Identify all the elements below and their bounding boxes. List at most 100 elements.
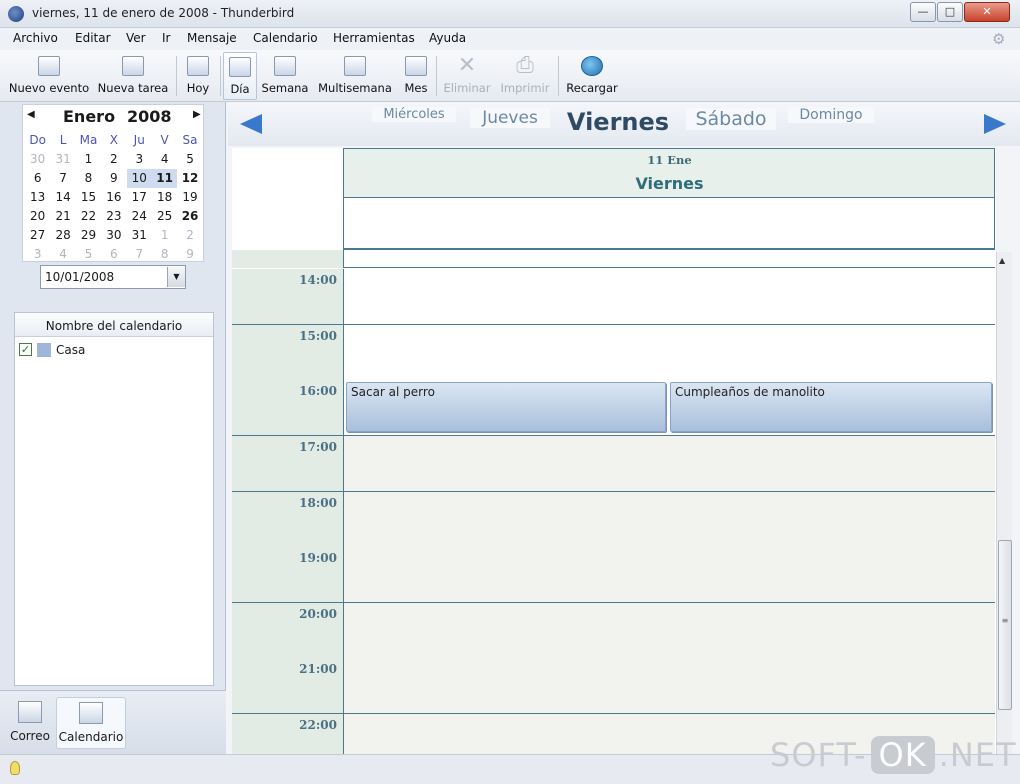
- gear-icon[interactable]: ⚙: [992, 31, 1008, 47]
- vertical-scrollbar[interactable]: ▲ ≡: [996, 252, 1012, 754]
- menu-archivo[interactable]: Archivo: [13, 31, 58, 45]
- day-cell[interactable]: 4: [152, 150, 177, 169]
- day-cell-today[interactable]: 11: [151, 169, 178, 188]
- day-cell[interactable]: 9: [101, 169, 126, 188]
- day-cell[interactable]: 23: [101, 207, 126, 226]
- calendar-checkbox[interactable]: ✓: [19, 343, 32, 356]
- tab-jueves[interactable]: Jueves: [470, 108, 550, 128]
- calendar-name[interactable]: Casa: [56, 343, 85, 357]
- day-cell[interactable]: 9: [177, 245, 202, 264]
- calendar-list-header[interactable]: Nombre del calendario: [15, 313, 213, 337]
- day-cell[interactable]: 3: [25, 245, 50, 264]
- time-slot[interactable]: Sacar al perro Cumpleaños de manolito: [344, 380, 995, 435]
- day-cell[interactable]: 30: [101, 226, 126, 245]
- day-cell[interactable]: 31: [50, 150, 75, 169]
- time-slot[interactable]: [344, 269, 995, 324]
- scroll-up-icon[interactable]: ▲: [999, 256, 1005, 265]
- day-cell[interactable]: 25: [152, 207, 177, 226]
- time-slot[interactable]: [344, 325, 995, 380]
- day-cell[interactable]: 6: [25, 169, 50, 188]
- day-cell[interactable]: 21: [50, 207, 75, 226]
- week-view-button[interactable]: Semana: [260, 52, 310, 100]
- day-cell[interactable]: 27: [25, 226, 50, 245]
- next-day-arrow-icon[interactable]: [984, 114, 1006, 134]
- hour-row: 16:00 Sacar al perro Cumpleaños de manol…: [232, 380, 995, 436]
- day-cell[interactable]: 14: [50, 188, 75, 207]
- scrollbar-thumb[interactable]: ≡: [998, 540, 1012, 710]
- event-cumpleanos-manolito[interactable]: Cumpleaños de manolito: [670, 382, 992, 432]
- day-cell[interactable]: 31: [127, 226, 152, 245]
- mini-calendar-year[interactable]: 2008: [127, 107, 172, 126]
- date-picker-field[interactable]: 10/01/2008 ▼: [40, 265, 186, 289]
- today-button[interactable]: Hoy: [180, 52, 216, 100]
- window-title: viernes, 11 de enero de 2008 - Thunderbi…: [32, 6, 295, 20]
- tab-sabado[interactable]: Sábado: [686, 108, 776, 130]
- toolbar-separator: [558, 56, 559, 96]
- tab-viernes[interactable]: Viernes: [564, 108, 672, 136]
- time-slot[interactable]: [344, 436, 995, 491]
- day-view-button[interactable]: Día: [223, 52, 257, 100]
- day-cell[interactable]: 7: [127, 245, 152, 264]
- allday-events-area[interactable]: [344, 198, 995, 250]
- mail-mode-button[interactable]: Correo: [6, 697, 54, 749]
- day-cell[interactable]: 5: [177, 150, 202, 169]
- day-cell[interactable]: 22: [76, 207, 101, 226]
- day-cell[interactable]: 30: [25, 150, 50, 169]
- mini-calendar-month[interactable]: Enero: [63, 107, 115, 126]
- day-cell[interactable]: 28: [50, 226, 75, 245]
- day-cell[interactable]: 13: [25, 188, 50, 207]
- time-slot[interactable]: [344, 492, 995, 547]
- prev-day-arrow-icon[interactable]: [240, 114, 262, 134]
- day-cell[interactable]: 24: [127, 207, 152, 226]
- maximize-button[interactable]: □: [937, 2, 963, 22]
- day-cell[interactable]: 12: [177, 169, 202, 188]
- time-slot[interactable]: [344, 603, 995, 658]
- day-cell[interactable]: 29: [76, 226, 101, 245]
- day-cell[interactable]: 6: [101, 245, 126, 264]
- tab-domingo[interactable]: Domingo: [788, 107, 874, 123]
- chevron-down-icon[interactable]: ▼: [167, 267, 185, 287]
- day-cell[interactable]: 19: [177, 188, 202, 207]
- menu-ir[interactable]: Ir: [162, 31, 170, 45]
- tab-miercoles[interactable]: Miércoles: [372, 107, 456, 122]
- menu-ver[interactable]: Ver: [126, 31, 146, 45]
- day-cell[interactable]: 16: [101, 188, 126, 207]
- day-cell[interactable]: 26: [177, 207, 202, 226]
- menu-ayuda[interactable]: Ayuda: [429, 31, 466, 45]
- prev-month-icon[interactable]: ◀: [27, 109, 35, 120]
- day-cell[interactable]: 1: [152, 226, 177, 245]
- minimize-button[interactable]: —: [910, 2, 936, 22]
- day-cell[interactable]: 5: [76, 245, 101, 264]
- day-cell[interactable]: 8: [152, 245, 177, 264]
- day-cell[interactable]: 7: [50, 169, 75, 188]
- day-cell[interactable]: 2: [101, 150, 126, 169]
- time-slot[interactable]: [344, 547, 995, 602]
- day-cell[interactable]: 2: [177, 226, 202, 245]
- menu-mensaje[interactable]: Mensaje: [187, 31, 237, 45]
- day-cell[interactable]: 4: [50, 245, 75, 264]
- month-view-button[interactable]: Mes: [400, 52, 432, 100]
- menu-calendario[interactable]: Calendario: [253, 31, 318, 45]
- time-slot[interactable]: [344, 658, 995, 713]
- close-button[interactable]: ✕: [964, 2, 1010, 22]
- calendar-mode-button[interactable]: Calendario: [56, 697, 126, 749]
- new-task-button[interactable]: Nueva tarea: [96, 52, 170, 100]
- day-cell[interactable]: 1: [76, 150, 101, 169]
- delete-button[interactable]: ✕ Eliminar: [440, 52, 494, 100]
- next-month-icon[interactable]: ▶: [193, 109, 201, 120]
- day-cell-selected[interactable]: 10: [126, 169, 152, 188]
- multiweek-view-button[interactable]: Multisemana: [314, 52, 396, 100]
- menu-herramientas[interactable]: Herramientas: [333, 31, 415, 45]
- day-cell[interactable]: 18: [152, 188, 177, 207]
- reload-button[interactable]: Recargar: [562, 52, 622, 100]
- date-value[interactable]: 10/01/2008: [45, 270, 114, 284]
- event-sacar-al-perro[interactable]: Sacar al perro: [346, 382, 666, 432]
- menu-editar[interactable]: Editar: [75, 31, 111, 45]
- print-button[interactable]: ⎙ Imprimir: [496, 52, 554, 100]
- day-cell[interactable]: 20: [25, 207, 50, 226]
- day-cell[interactable]: 3: [127, 150, 152, 169]
- day-cell[interactable]: 8: [76, 169, 101, 188]
- day-cell[interactable]: 17: [127, 188, 152, 207]
- day-cell[interactable]: 15: [76, 188, 101, 207]
- new-event-button[interactable]: Nuevo evento: [6, 52, 92, 100]
